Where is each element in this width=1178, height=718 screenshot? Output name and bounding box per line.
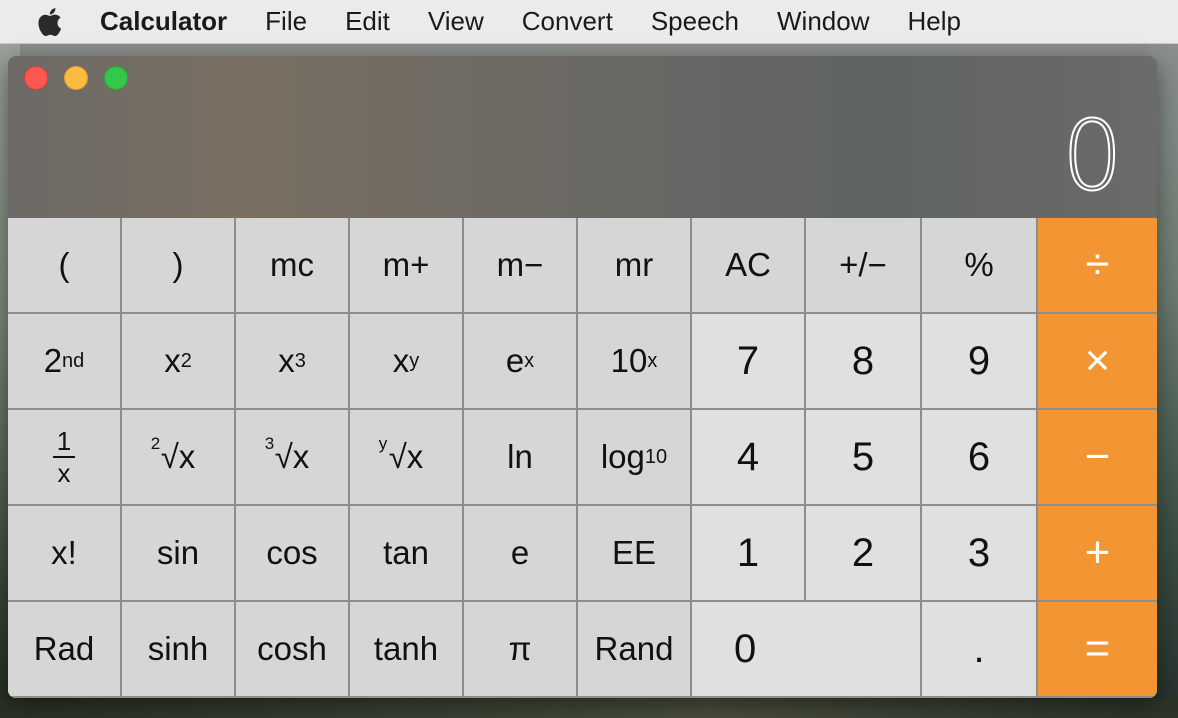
calculator-display: 0 [8,56,1157,218]
digit-2-key[interactable]: 2 [806,506,922,602]
calculator-window: 0 ( ) mc m+ m− mr AC +/− % ÷ 2nd x2 x3 x… [8,56,1157,698]
menu-help[interactable]: Help [907,6,960,37]
multiply-key[interactable]: × [1038,314,1157,410]
keypad: ( ) mc m+ m− mr AC +/− % ÷ 2nd x2 x3 xy … [8,218,1157,698]
equals-key[interactable]: = [1038,602,1157,698]
cube-root-label: 3 √x [265,434,310,476]
all-clear-key[interactable]: AC [692,218,806,314]
decimal-point-key[interactable]: . [922,602,1038,698]
pi-key[interactable]: π [464,602,578,698]
cube-root-index: 3 [264,434,275,453]
reciprocal-numerator: 1 [56,426,72,456]
tenx-base: 10 [610,342,648,379]
menu-bar: Calculator File Edit View Convert Speech… [0,0,1178,44]
add-key[interactable]: + [1038,506,1157,602]
log-base: log [600,438,645,475]
minimize-button[interactable] [64,66,88,90]
digit-1-key[interactable]: 1 [692,506,806,602]
digit-9-key[interactable]: 9 [922,314,1038,410]
menu-app-name[interactable]: Calculator [100,6,227,37]
cube-root-key[interactable]: 3 √x [236,410,350,506]
square-root-index: 2 [150,434,161,453]
factorial-key[interactable]: x! [8,506,122,602]
cube-root-arg: √x [274,438,310,475]
natural-log-key[interactable]: ln [464,410,578,506]
divide-key[interactable]: ÷ [1038,218,1157,314]
left-paren-key[interactable]: ( [8,218,122,314]
digit-5-key[interactable]: 5 [806,410,922,506]
right-paren-key[interactable]: ) [122,218,236,314]
e-key[interactable]: e [464,506,578,602]
apple-icon[interactable] [34,7,64,37]
desktop-background-bottom [0,698,1178,718]
y-root-label: y √x [379,434,424,476]
ee-key[interactable]: EE [578,506,692,602]
reciprocal-key[interactable]: 1 x [8,410,122,506]
digit-6-key[interactable]: 6 [922,410,1038,506]
menu-view[interactable]: View [428,6,484,37]
x3-base: x [278,342,295,379]
menu-file[interactable]: File [265,6,307,37]
y-root-index: y [378,434,388,453]
memory-add-key[interactable]: m+ [350,218,464,314]
window-controls [24,66,144,90]
x2-base: x [164,342,181,379]
digit-8-key[interactable]: 8 [806,314,922,410]
digit-3-key[interactable]: 3 [922,506,1038,602]
menu-speech[interactable]: Speech [651,6,739,37]
xy-base: x [392,342,410,379]
memory-subtract-key[interactable]: m− [464,218,578,314]
cosh-key[interactable]: cosh [236,602,350,698]
reciprocal-fraction: 1 x [53,427,75,487]
y-root-arg: √x [388,438,424,475]
subtract-key[interactable]: − [1038,410,1157,506]
tanh-key[interactable]: tanh [350,602,464,698]
second-function-key[interactable]: 2nd [8,314,122,410]
sin-key[interactable]: sin [122,506,236,602]
rand-key[interactable]: Rand [578,602,692,698]
digit-0-key[interactable]: 0 [692,602,922,698]
second-base: 2 [43,342,63,379]
sinh-key[interactable]: sinh [122,602,236,698]
cos-key[interactable]: cos [236,506,350,602]
digit-7-key[interactable]: 7 [692,314,806,410]
rad-key[interactable]: Rad [8,602,122,698]
x-cubed-key[interactable]: x3 [236,314,350,410]
ten-to-x-key[interactable]: 10 x [578,314,692,410]
square-root-arg: √x [160,438,196,475]
memory-clear-key[interactable]: mc [236,218,350,314]
zoom-button[interactable] [104,66,128,90]
x-to-y-key[interactable]: xy [350,314,464,410]
memory-recall-key[interactable]: mr [578,218,692,314]
close-button[interactable] [24,66,48,90]
square-root-key[interactable]: 2 √x [122,410,236,506]
menu-window[interactable]: Window [777,6,869,37]
percent-key[interactable]: % [922,218,1038,314]
menu-edit[interactable]: Edit [345,6,390,37]
menu-convert[interactable]: Convert [522,6,613,37]
reciprocal-denominator: x [57,458,71,488]
e-to-x-key[interactable]: ex [464,314,578,410]
digit-4-key[interactable]: 4 [692,410,806,506]
y-root-key[interactable]: y √x [350,410,464,506]
x-squared-key[interactable]: x2 [122,314,236,410]
display-value: 0 [1061,100,1124,212]
plus-minus-key[interactable]: +/− [806,218,922,314]
ex-base: e [505,342,525,379]
tan-key[interactable]: tan [350,506,464,602]
log10-key[interactable]: log 10 [578,410,692,506]
square-root-label: 2 √x [151,434,196,476]
